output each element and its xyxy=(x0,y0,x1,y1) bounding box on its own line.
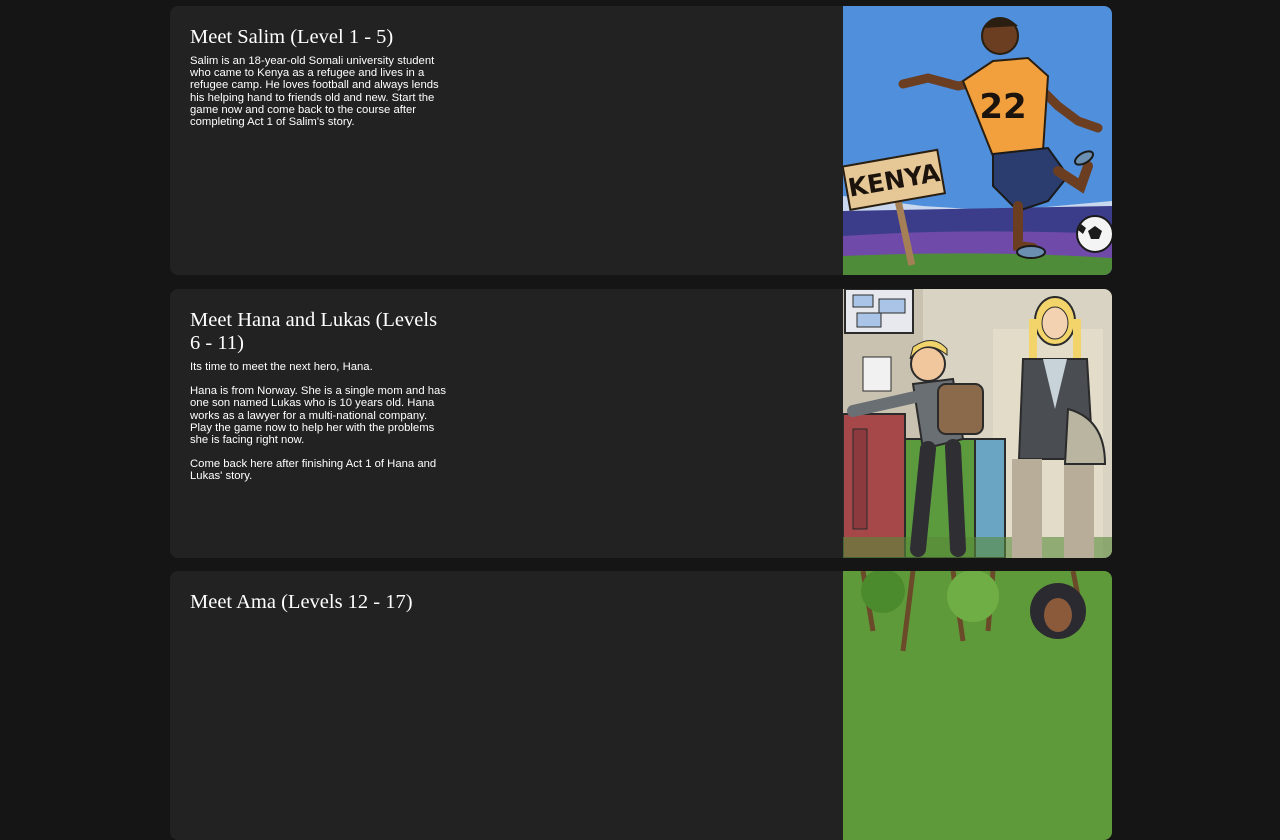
forest-illustration-icon xyxy=(843,571,1112,840)
card-intro: Its time to meet the next hero, Hana. xyxy=(190,361,373,373)
jersey-number: 22 xyxy=(979,87,1026,127)
hana-lukas-image xyxy=(843,289,1112,558)
ama-image xyxy=(843,571,1112,840)
footballer-illustration-icon: KENYA 22 xyxy=(843,6,1112,275)
card-description: Salim is an 18-year-old Somali universit… xyxy=(190,55,439,129)
school-hallway-illustration-icon xyxy=(843,289,1112,558)
card-text: Meet Ama (Levels 12 - 17) xyxy=(190,591,450,620)
card-description: Hana is from Norway. She is a single mom… xyxy=(190,385,446,447)
hero-card-salim: Meet Salim (Level 1 - 5) Salim is an 18-… xyxy=(170,6,1112,275)
card-title: Meet Salim (Level 1 - 5) xyxy=(190,26,394,48)
card-outro: Come back here after finishing Act 1 of … xyxy=(190,458,437,483)
card-text: Meet Salim (Level 1 - 5) Salim is an 18-… xyxy=(190,26,450,140)
card-title: Meet Hana and Lukas (Levels 6 - 11) xyxy=(190,309,438,354)
hero-card-hana-lukas: Meet Hana and Lukas (Levels 6 - 11) Its … xyxy=(170,289,1112,558)
card-text: Meet Hana and Lukas (Levels 6 - 11) Its … xyxy=(190,309,450,495)
hero-card-ama: Meet Ama (Levels 12 - 17) xyxy=(170,571,1112,840)
salim-image: KENYA 22 xyxy=(843,6,1112,275)
